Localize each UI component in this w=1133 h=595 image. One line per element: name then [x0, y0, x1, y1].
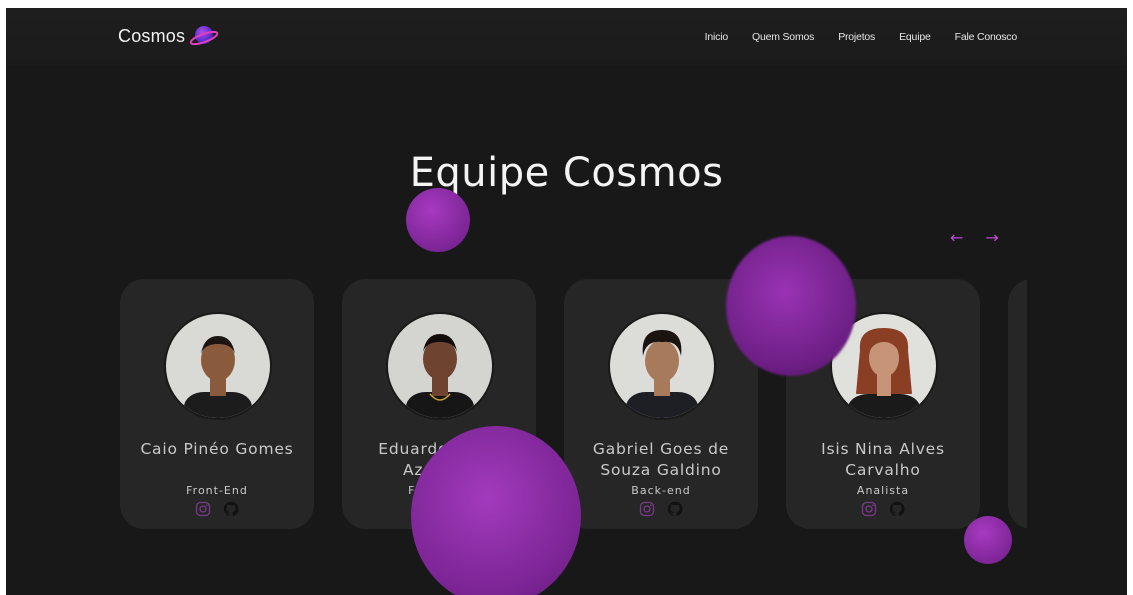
nav-link-quem-somos[interactable]: Quem Somos [752, 31, 814, 43]
page: Cosmos Inicio Quem Somos Projetos Equipe… [6, 8, 1127, 595]
arrow-right-icon[interactable]: → [985, 228, 998, 248]
social-links [120, 501, 314, 517]
team-card: Caio Pinéo Gomes Front-End [120, 279, 314, 529]
nav-link-equipe[interactable]: Equipe [899, 31, 931, 43]
brand-logo[interactable]: Cosmos [118, 22, 219, 50]
avatar [164, 312, 272, 420]
instagram-icon[interactable] [861, 501, 877, 517]
member-name: Gabriel Goes de Souza Galdino [592, 440, 730, 479]
social-links [786, 501, 980, 517]
member-role: Back-end [631, 484, 691, 497]
nav-link-inicio[interactable]: Inicio [705, 31, 729, 43]
avatar [608, 312, 716, 420]
nav-menu: Inicio Quem Somos Projetos Equipe Fale C… [705, 31, 1018, 43]
team-card-partial [1008, 279, 1027, 529]
github-icon[interactable] [667, 501, 683, 517]
social-links [342, 501, 536, 517]
github-icon[interactable] [889, 501, 905, 517]
member-role: Front-End [186, 484, 248, 497]
section-title: Equipe Cosmos [409, 150, 724, 196]
member-name: Caio Pinéo Gomes [140, 440, 294, 458]
member-role: Analista [856, 484, 910, 497]
nav-link-fale-conosco[interactable]: Fale Conosco [955, 31, 1018, 43]
github-icon[interactable] [223, 501, 239, 517]
team-card: Eduardo Alves Azevedo Front-End [342, 279, 536, 529]
member-name: Eduardo Alves Azevedo [378, 440, 500, 479]
planet-icon [189, 22, 219, 50]
avatar [830, 312, 938, 420]
carousel-controls: ← → [950, 228, 999, 248]
arrow-left-icon[interactable]: ← [950, 228, 963, 248]
github-icon[interactable] [445, 501, 461, 517]
instagram-icon[interactable] [195, 501, 211, 517]
navbar: Cosmos Inicio Quem Somos Projetos Equipe… [6, 8, 1127, 66]
instagram-icon[interactable] [417, 501, 433, 517]
team-card: Gabriel Goes de Souza Galdino Back-end [564, 279, 758, 529]
member-name: Isis Nina Alves Carvalho [821, 440, 945, 479]
social-links [564, 501, 758, 517]
team-card: Isis Nina Alves Carvalho Analista [786, 279, 980, 529]
member-role: Front-End [408, 484, 470, 497]
decorative-bubble [406, 188, 470, 252]
brand-name: Cosmos [118, 25, 186, 46]
nav-link-projetos[interactable]: Projetos [838, 31, 875, 43]
team-carousel: Caio Pinéo Gomes Front-End Eduardo Alves… [120, 279, 1027, 531]
avatar [386, 312, 494, 420]
instagram-icon[interactable] [639, 501, 655, 517]
